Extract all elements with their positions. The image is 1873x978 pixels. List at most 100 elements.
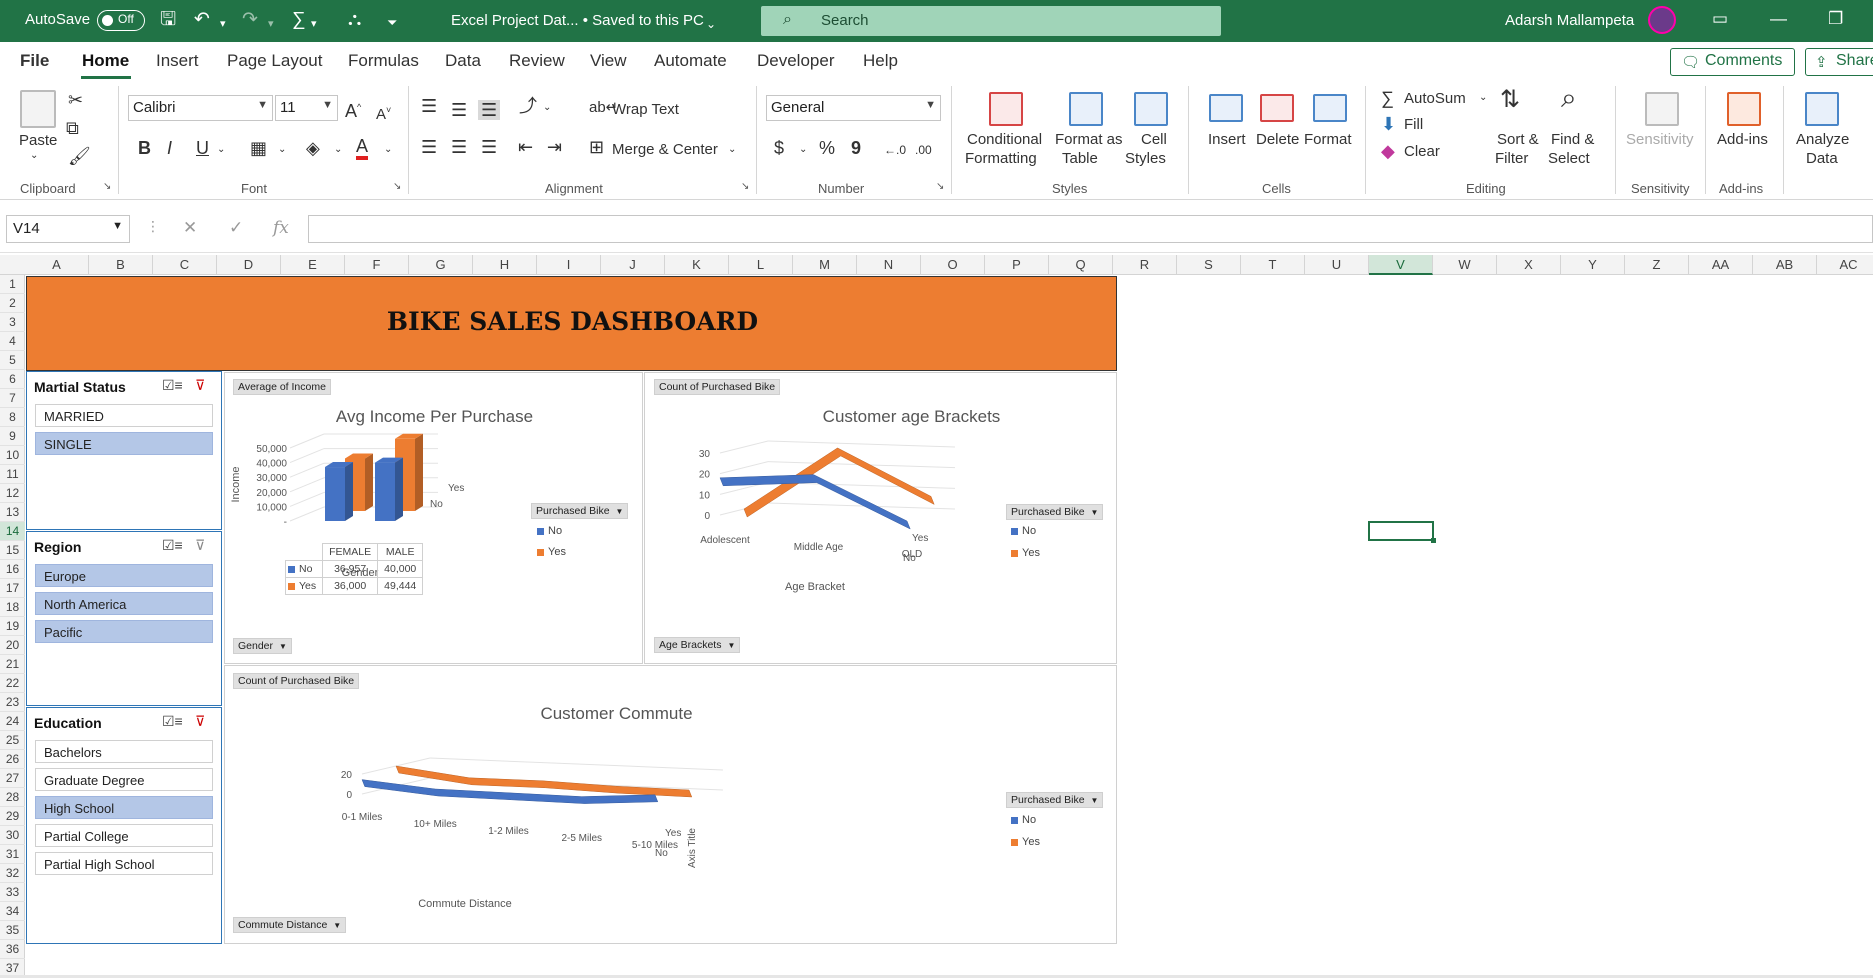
undo-dropdown-icon[interactable]: ▾ (220, 13, 226, 35)
column-header-l[interactable]: L (729, 255, 793, 275)
slicer-item-high-school[interactable]: High School (35, 796, 213, 819)
bold-icon[interactable]: B (138, 138, 151, 158)
clear-filter-icon[interactable]: ⊽ (195, 377, 205, 394)
copy-icon[interactable]: ⧉ (66, 118, 79, 138)
column-header-y[interactable]: Y (1561, 255, 1625, 275)
number-launcher-icon[interactable]: ↘ (936, 181, 944, 192)
column-header-q[interactable]: Q (1049, 255, 1113, 275)
formula-input[interactable] (308, 215, 1873, 243)
slicer-item-graduate-degree[interactable]: Graduate Degree (35, 768, 213, 791)
autosum-quick-icon[interactable]: ∑ (292, 9, 306, 31)
sensitivity-button[interactable]: Sensitivity (1626, 131, 1694, 148)
active-cell-cursor[interactable] (1368, 521, 1436, 543)
delete-cells-button[interactable]: Delete (1256, 131, 1299, 148)
row-header-2[interactable]: 2 (0, 294, 25, 313)
find-select-line2[interactable]: Select (1548, 150, 1590, 167)
field-button-gender[interactable]: Gender ▼ (233, 638, 292, 654)
column-header-d[interactable]: D (217, 255, 281, 275)
row-header-34[interactable]: 34 (0, 902, 25, 921)
pivot-icon[interactable]: ⛬ (348, 9, 361, 31)
slicer-item-partial-college[interactable]: Partial College (35, 824, 213, 847)
italic-icon[interactable]: I (167, 138, 172, 158)
column-header-t[interactable]: T (1241, 255, 1305, 275)
row-header-35[interactable]: 35 (0, 921, 25, 940)
underline-dropdown-icon[interactable]: ⌄ (217, 140, 225, 160)
column-header-n[interactable]: N (857, 255, 921, 275)
row-header-11[interactable]: 11 (0, 465, 25, 484)
column-header-b[interactable]: B (89, 255, 153, 275)
tab-home[interactable]: Home (82, 51, 129, 71)
row-header-1[interactable]: 1 (0, 275, 25, 294)
autosum-icon[interactable]: ∑ (1381, 88, 1394, 108)
autosum-menu-icon[interactable]: ⌄ (1479, 88, 1487, 108)
format-as-table-icon[interactable] (1069, 92, 1103, 126)
column-header-j[interactable]: J (601, 255, 665, 275)
row-header-30[interactable]: 30 (0, 826, 25, 845)
autosave-toggle[interactable]: Off (97, 10, 145, 31)
conditional-formatting-line2[interactable]: Formatting (965, 150, 1037, 167)
fill-color-icon[interactable]: ◈ (306, 138, 320, 158)
share-button[interactable]: ⇪ Share (1805, 48, 1873, 76)
align-left-icon[interactable]: ☰ (421, 137, 437, 157)
grow-font-icon[interactable]: A^ (345, 97, 361, 121)
multi-select-icon[interactable]: ☑≡ (162, 377, 183, 394)
row-header-20[interactable]: 20 (0, 636, 25, 655)
column-header-r[interactable]: R (1113, 255, 1177, 275)
decrease-indent-icon[interactable]: ⇤ (518, 137, 533, 157)
column-header-z[interactable]: Z (1625, 255, 1689, 275)
row-header-26[interactable]: 26 (0, 750, 25, 769)
insert-cells-icon[interactable] (1209, 94, 1243, 122)
wrap-text-button[interactable]: Wrap Text (612, 101, 679, 118)
slicer-item-north-america[interactable]: North America (35, 592, 213, 615)
column-header-c[interactable]: C (153, 255, 217, 275)
align-right-icon[interactable]: ☰ (481, 137, 497, 157)
row-header-27[interactable]: 27 (0, 769, 25, 788)
row-header-19[interactable]: 19 (0, 617, 25, 636)
autosum-dropdown-icon[interactable]: ▾ (311, 13, 317, 35)
clear-button[interactable]: Clear (1404, 143, 1440, 160)
field-button-average-of-income[interactable]: Average of Income (233, 379, 331, 395)
fill-color-dropdown-icon[interactable]: ⌄ (334, 140, 342, 160)
paste-dropdown-icon[interactable]: ⌄ (30, 150, 38, 161)
chart-customer-age[interactable]: Count of Purchased Bike Customer age Bra… (644, 372, 1117, 664)
row-header-4[interactable]: 4 (0, 332, 25, 351)
clear-icon[interactable]: ◆ (1381, 141, 1395, 161)
align-center-icon[interactable]: ☰ (451, 137, 467, 157)
format-as-table-line2[interactable]: Table (1062, 150, 1098, 167)
add-ins-icon[interactable] (1727, 92, 1761, 126)
ribbon-display-icon[interactable]: ▭ (1712, 9, 1728, 29)
merge-center-icon[interactable]: ⊞ (589, 137, 604, 157)
analyze-data-line2[interactable]: Data (1806, 150, 1838, 167)
row-header-14[interactable]: 14 (0, 522, 25, 541)
row-header-29[interactable]: 29 (0, 807, 25, 826)
font-name-combo[interactable]: Calibri ▼ (128, 95, 273, 121)
cell-styles-line2[interactable]: Styles (1125, 150, 1166, 167)
sort-filter-line2[interactable]: Filter (1495, 150, 1528, 167)
paste-icon[interactable] (20, 90, 56, 128)
font-launcher-icon[interactable]: ↘ (393, 181, 401, 192)
underline-icon[interactable]: U (196, 138, 209, 158)
redo-icon[interactable]: ↷ (242, 9, 258, 31)
borders-icon[interactable]: ▦ (250, 138, 267, 158)
row-header-32[interactable]: 32 (0, 864, 25, 883)
name-box[interactable]: V14 ▼ (6, 215, 130, 243)
tab-data[interactable]: Data (445, 51, 481, 71)
tab-developer[interactable]: Developer (757, 51, 835, 71)
row-header-17[interactable]: 17 (0, 579, 25, 598)
comma-style-icon[interactable]: 9 (851, 138, 861, 158)
save-icon[interactable]: 🖫 (160, 9, 176, 31)
column-header-p[interactable]: P (985, 255, 1049, 275)
slicer-item-europe[interactable]: Europe (35, 564, 213, 587)
shrink-font-icon[interactable]: A˅ (376, 100, 391, 125)
paste-button[interactable]: Paste (19, 132, 57, 149)
fill-button[interactable]: Fill (1404, 116, 1423, 133)
font-color-dropdown-icon[interactable]: ⌄ (384, 140, 392, 160)
borders-dropdown-icon[interactable]: ⌄ (278, 140, 286, 160)
tab-automate[interactable]: Automate (654, 51, 727, 71)
orientation-dropdown-icon[interactable]: ⌄ (543, 98, 551, 118)
clear-filter-icon[interactable]: ⊽ (195, 537, 205, 554)
row-header-23[interactable]: 23 (0, 693, 25, 712)
conditional-formatting-icon[interactable] (989, 92, 1023, 126)
insert-cells-button[interactable]: Insert (1208, 131, 1246, 148)
tab-page-layout[interactable]: Page Layout (227, 51, 322, 71)
